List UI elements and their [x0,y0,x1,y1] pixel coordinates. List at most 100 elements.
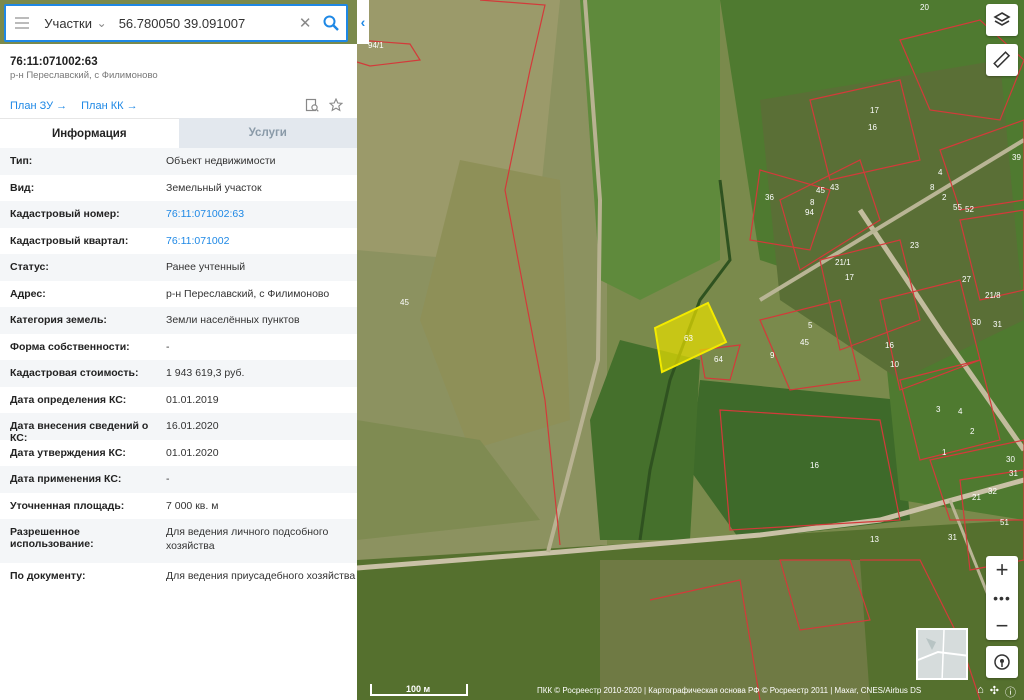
parcel-number-label: 2 [942,193,947,202]
minimap[interactable] [916,628,968,680]
row-value: Объект недвижимости [166,155,276,167]
parcel-number-label: 39 [1012,153,1021,162]
parcel-number-label: 36 [765,193,774,202]
row-label: Кадастровая стоимость: [10,367,139,379]
table-row: Форма собственности: - [0,334,357,361]
cadastral-quarter-link[interactable]: 76:11:071002 [166,235,357,249]
more-icon[interactable]: ••• [986,588,1018,608]
locate-icon [994,654,1010,670]
parcel-number-label: 21/1 [835,258,851,267]
tab-information[interactable]: Информация [0,118,179,148]
row-label: По документу: [10,570,86,582]
table-row: Вид: Земельный участок [0,175,357,202]
parcel-number-label: 4 [958,407,963,416]
row-value: 01.01.2019 [166,393,219,406]
table-row: Разрешенное использование: Для ведения ли… [0,519,357,563]
table-row: Кадастровый квартал: 76:11:071002 [0,228,357,255]
table-row: Тип: Объект недвижимости [0,148,357,175]
table-row: Уточненная площадь: 7 000 кв. м [0,493,357,520]
parcel-number-label: 9 [770,351,775,360]
locate-button[interactable] [986,646,1018,678]
parcel-number-label: 16 [810,461,819,470]
parcel-number-label: 27 [962,275,971,284]
object-subtitle: р-н Переславский, с Филимоново [10,70,158,81]
info-panel: 76:11:071002:63 р-н Переславский, с Фили… [0,44,357,700]
map-attribution: ПКК © Росреестр 2010-2020 | Картографиче… [537,686,922,695]
parcel-number-label: 31 [948,533,957,542]
table-row: Дата определения КС: 01.01.2019 [0,387,357,414]
plan-zu-link[interactable]: План ЗУ → [10,100,67,112]
tab-services[interactable]: Услуги [178,118,357,148]
parcel-number-label: 45 [800,338,809,347]
table-row: Дата применения КС: - [0,466,357,493]
ruler-button[interactable] [986,44,1018,76]
table-row: Адрес: р-н Переславский, с Филимоново [0,281,357,308]
parcel-number-label: 17 [845,273,854,282]
parcel-number-label: 45 [400,298,409,307]
row-value: Ранее учтенный [166,261,246,273]
parcel-number-label: 31 [1009,469,1018,478]
row-value: Для ведения личного подсобного хозяйства [166,526,329,552]
row-value: - [166,473,170,485]
row-value: Земельный участок [166,181,262,194]
zoom-in-button[interactable]: + [986,556,1018,584]
row-label: Дата определения КС: [10,393,127,406]
info-icon[interactable]: ⓘ [1005,684,1016,700]
collapse-panel-button[interactable]: ‹ [357,0,369,44]
parcel-number-label: 16 [885,341,894,350]
parcel-number-label: 23 [910,241,919,250]
parcel-number-label: 43 [830,183,839,192]
parcel-number-label: 10 [890,360,899,369]
parcel-label: 63 [684,334,693,343]
row-label: Дата внесения сведений о КС: [10,420,149,444]
search-input[interactable] [112,8,295,38]
zoom-out-button[interactable]: − [986,612,1018,640]
layers-button[interactable] [986,4,1018,36]
row-label: Форма собственности: [10,340,130,353]
parcel-number-label: 20 [920,3,929,12]
parcel-number-label: 5 [808,321,813,330]
ruler-icon [993,51,1011,69]
parcel-number-label: 55 [953,203,962,212]
parcel-number-label: 31 [993,320,1002,329]
parcel-number-label: 4 [938,168,943,177]
row-label: Разрешенное использование: [10,526,94,550]
move-icon[interactable]: ✣ [990,684,999,700]
parcel-number-label: 94 [805,208,814,217]
parcel-number-label: 16 [868,123,877,132]
parcel-number-label: 13 [870,535,879,544]
row-label: Уточненная площадь: [10,499,125,512]
parcel-number-label: 8 [810,198,815,207]
parcel-number-label: 21/8 [985,291,1001,300]
row-label: Статус: [10,261,49,273]
parcel-number-label: 94/1 [368,41,384,50]
cadastral-number-link[interactable]: 76:11:071002:63 [166,208,357,222]
row-label: Кадастровый квартал: [10,234,129,247]
parcel-number-label: 17 [870,106,879,115]
table-row: Кадастровая стоимость: 1 943 619,3 руб. [0,360,357,387]
menu-icon[interactable] [6,6,38,40]
parcel-number-label: 8 [930,183,935,192]
parcel-number-label: 30 [1006,455,1015,464]
print-icon[interactable] [305,98,319,112]
home-icon[interactable]: ⌂ [977,684,984,700]
row-value: Земли населённых пунктов [166,314,300,326]
table-row: Дата внесения сведений о КС: 16.01.2020 [0,413,357,444]
object-title: 76:11:071002:63 [10,56,98,68]
chevron-down-icon: ⌄ [96,16,107,30]
star-icon[interactable] [329,98,343,112]
search-button[interactable] [316,7,346,39]
table-row: Кадастровый номер: 76:11:071002:63 [0,201,357,228]
search-type-label: Участки [44,15,92,31]
layers-icon [993,12,1011,26]
parcel-number-label: 51 [1000,518,1009,527]
row-label: Категория земель: [10,314,107,326]
parcel-number-label: 3 [936,405,941,414]
table-row: Категория земель: Земли населённых пункто… [0,307,357,334]
parcel-number-label: 2 [970,427,975,436]
close-icon[interactable]: ✕ [295,14,316,32]
row-value: 16.01.2020 [166,420,219,432]
info-table: Тип: Объект недвижимости Вид: Земельный уч… [0,148,357,603]
search-type-select[interactable]: Участки ⌄ [38,16,112,31]
plan-kk-link[interactable]: План КК → [81,100,137,112]
